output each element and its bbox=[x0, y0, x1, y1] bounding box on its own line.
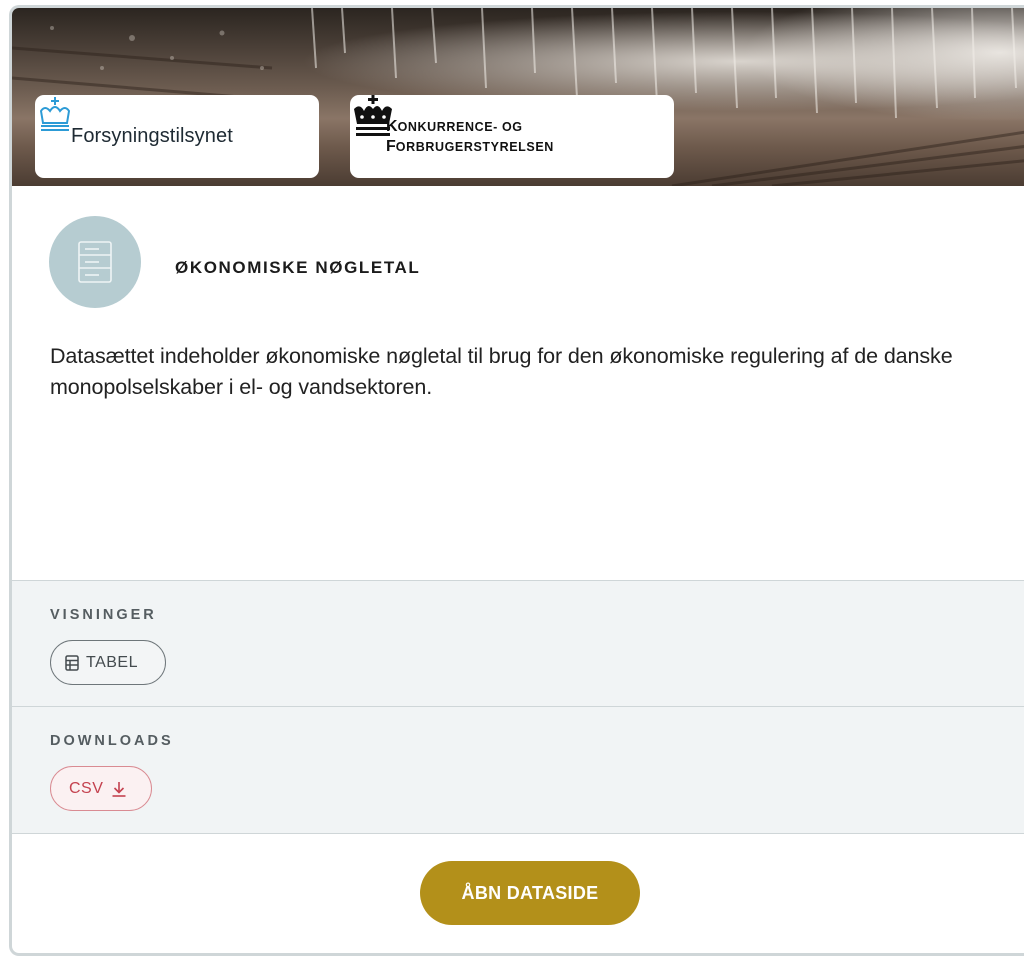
downloads-label: DOWNLOADS bbox=[50, 733, 174, 749]
download-csv-label: CSV bbox=[69, 779, 104, 797]
royal-crown-icon bbox=[354, 95, 392, 136]
table-icon bbox=[65, 654, 79, 671]
download-csv-button[interactable]: CSV bbox=[50, 766, 152, 811]
downloads-section: DOWNLOADS CSV bbox=[12, 706, 1024, 833]
download-icon bbox=[112, 781, 126, 797]
views-section: VISNINGER TABEL bbox=[12, 580, 1024, 706]
forsyningstilsynet-text: Forsyningstilsynet bbox=[71, 125, 233, 147]
server-stack-icon bbox=[78, 241, 112, 283]
kfst-logo[interactable]: KONKURRENCE- OG FORBRUGERSTYRELSEN bbox=[350, 95, 674, 178]
views-label: VISNINGER bbox=[50, 607, 157, 623]
dataset-title: ØKONOMISKE NØGLETAL bbox=[175, 258, 421, 277]
kfst-text: KONKURRENCE- OG FORBRUGERSTYRELSEN bbox=[386, 117, 554, 155]
footer-divider bbox=[12, 833, 1024, 834]
dataset-icon bbox=[49, 216, 141, 308]
hero-image: Forsyningstilsynet KONKURRENCE- OG FORBR… bbox=[12, 8, 1024, 186]
forsyningstilsynet-logo[interactable]: Forsyningstilsynet bbox=[35, 95, 319, 178]
view-tabel-label: TABEL bbox=[86, 653, 138, 671]
dataset-description: Datasættet indeholder økonomiske nøgleta… bbox=[50, 344, 953, 399]
open-dataset-button[interactable]: ÅBN DATASIDE bbox=[420, 861, 640, 925]
crown-icon bbox=[39, 97, 71, 131]
dataset-card: Forsyningstilsynet KONKURRENCE- OG FORBR… bbox=[9, 5, 1024, 956]
view-tabel-button[interactable]: TABEL bbox=[50, 640, 166, 685]
